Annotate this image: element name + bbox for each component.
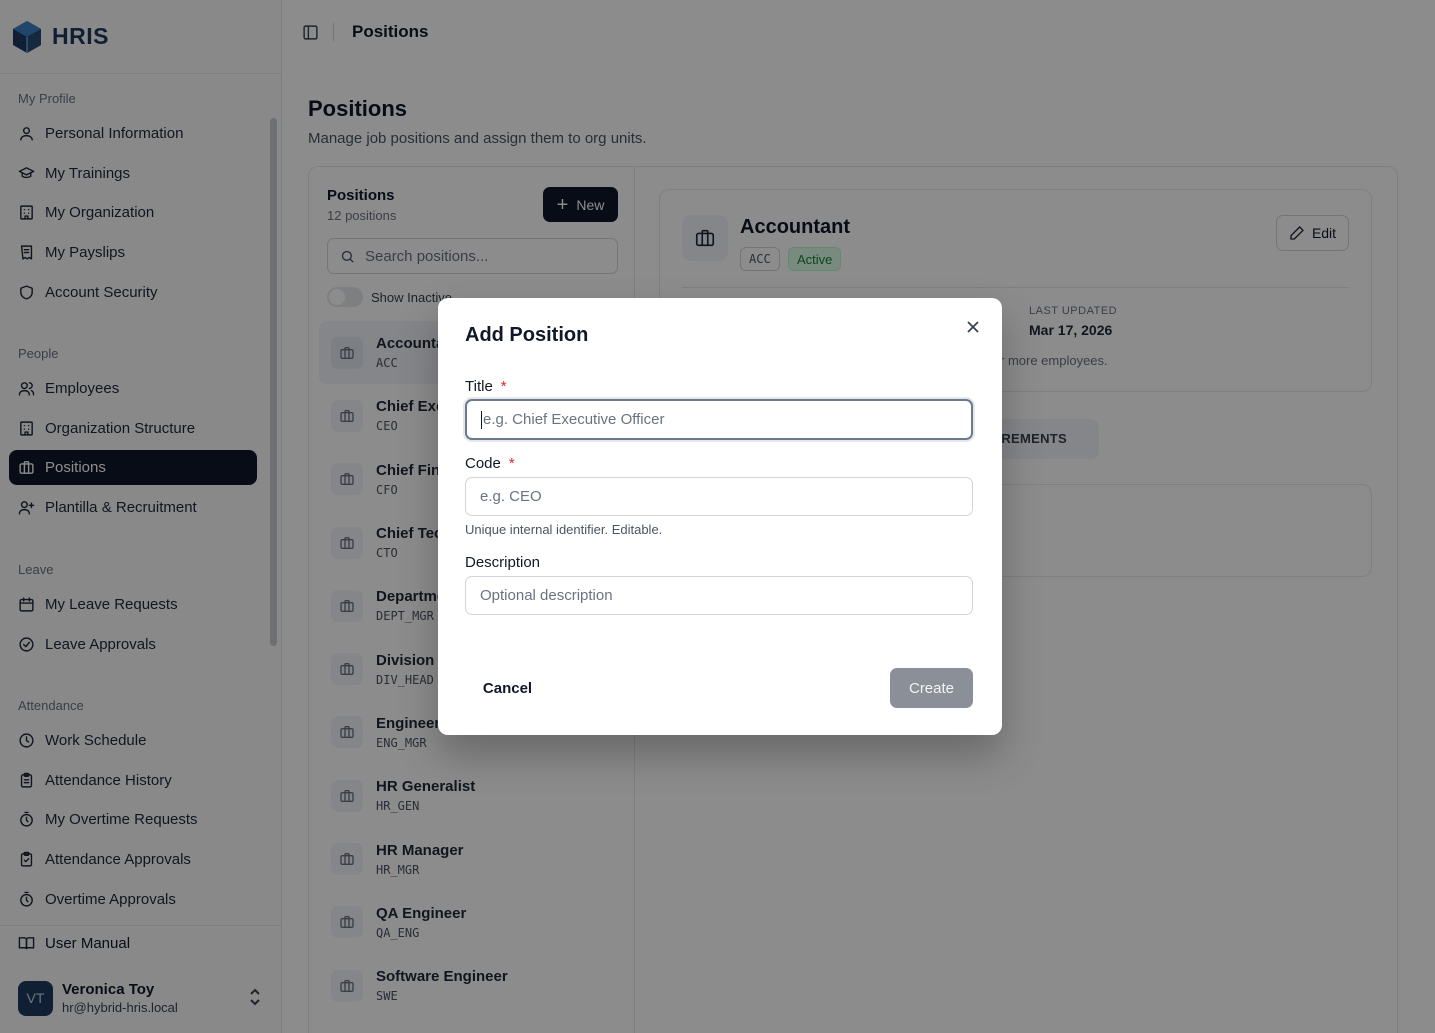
code-input[interactable]: e.g. CEO: [465, 477, 973, 516]
code-placeholder: e.g. CEO: [480, 488, 542, 505]
cancel-button[interactable]: Cancel: [465, 668, 550, 708]
required-marker: *: [500, 378, 507, 395]
create-button[interactable]: Create: [890, 668, 973, 708]
description-input[interactable]: Optional description: [465, 576, 973, 615]
title-input[interactable]: e.g. Chief Executive Officer: [465, 399, 973, 440]
dialog-title: Add Position: [465, 324, 589, 346]
add-position-dialog: Add Position Title * e.g. Chief Executive…: [438, 298, 1002, 735]
code-hint: Unique internal identifier. Editable.: [465, 522, 663, 537]
description-placeholder: Optional description: [480, 587, 613, 604]
close-icon[interactable]: [962, 316, 984, 338]
title-label: Title *: [465, 378, 507, 395]
description-label: Description: [465, 554, 541, 571]
title-placeholder: e.g. Chief Executive Officer: [483, 411, 665, 428]
code-label: Code *: [465, 455, 515, 472]
required-marker: *: [508, 455, 515, 472]
